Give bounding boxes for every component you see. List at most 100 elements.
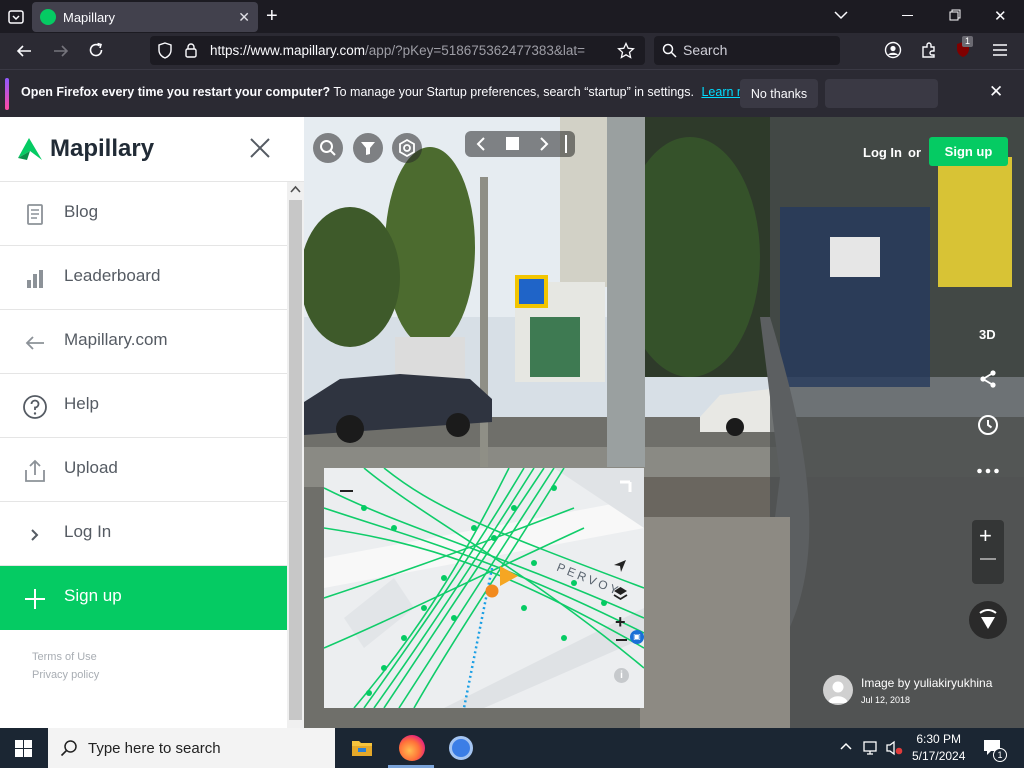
minimap[interactable]: PERVOY + ▣ i [324, 468, 644, 708]
taskbar-search-box[interactable]: Type here to search [48, 728, 335, 768]
login-link[interactable]: Log In [863, 145, 902, 160]
close-window-icon[interactable]: ✕ [994, 7, 1007, 25]
scroll-up-icon[interactable] [290, 185, 301, 193]
bookmark-star-icon[interactable] [617, 42, 635, 60]
browser-taskbar-icon[interactable] [449, 736, 473, 760]
chevron-right-icon [22, 522, 48, 548]
mapillary-logo[interactable]: Mapillary [16, 135, 154, 163]
tab-list-icon[interactable] [7, 8, 25, 26]
active-tab[interactable]: Mapillary ✕ [32, 2, 258, 32]
tab-overflow-chevron-icon[interactable] [833, 7, 849, 23]
viewer-zoom-in-icon[interactable]: + [979, 525, 992, 547]
notification-question: Open Firefox every time you restart your… [21, 85, 331, 99]
sidebar-item-mapillary-com[interactable]: Mapillary.com [0, 310, 287, 374]
sidebar-item-help[interactable]: Help [0, 374, 287, 438]
sidebar-item-label: Upload [64, 458, 118, 477]
upload-icon [22, 458, 48, 484]
tray-chevron-up-icon[interactable] [840, 742, 852, 750]
share-icon[interactable] [978, 369, 998, 389]
user-avatar[interactable] [823, 675, 853, 705]
scrollbar-thumb[interactable] [289, 200, 302, 720]
sidebar-item-login[interactable]: Log In [0, 502, 287, 566]
lock-icon[interactable] [184, 42, 198, 59]
search-map-button[interactable] [313, 133, 343, 163]
sidebar-item-upload[interactable]: Upload [0, 438, 287, 502]
new-tab-icon[interactable]: + [266, 5, 278, 28]
close-sidebar-icon[interactable] [249, 137, 271, 159]
viewer-zoom-out-icon[interactable] [980, 558, 996, 560]
next-image-icon[interactable] [538, 136, 550, 152]
firefox-taskbar-icon[interactable] [399, 735, 425, 761]
clock-time: 6:30 PM [916, 732, 962, 746]
sidebar-item-label: Sign up [64, 586, 122, 605]
leaderboard-icon [22, 266, 48, 292]
windows-start-icon[interactable] [15, 740, 32, 757]
info-icon[interactable]: i [614, 668, 629, 683]
camera-controls-button[interactable] [392, 133, 422, 163]
sidebar-item-label: Log In [64, 522, 112, 541]
restore-window-icon[interactable] [949, 9, 961, 21]
network-icon[interactable] [863, 740, 879, 756]
extensions-puzzle-icon[interactable] [920, 41, 938, 59]
avatar-person-icon [828, 681, 848, 703]
file-explorer-icon[interactable] [351, 738, 373, 758]
tab-close-icon[interactable]: ✕ [238, 9, 250, 26]
sidebar-footer: Terms of Use Privacy policy [32, 648, 99, 684]
privacy-link[interactable]: Privacy policy [32, 666, 99, 684]
zoom-controls: + [972, 520, 1004, 584]
account-icon[interactable] [884, 41, 902, 59]
tracking-shield-icon[interactable] [157, 42, 173, 59]
terms-link[interactable]: Terms of Use [32, 648, 99, 666]
system-clock[interactable]: 6:30 PM 5/17/2024 [912, 731, 965, 765]
volume-muted-icon[interactable] [885, 740, 903, 756]
sidebar-item-label: Blog [64, 202, 99, 221]
sidebar-scrollbar[interactable] [287, 182, 304, 728]
back-icon[interactable] [15, 42, 33, 60]
url-text[interactable]: https://www.mapillary.com/app/?pKey=5186… [210, 43, 608, 58]
filter-button[interactable] [353, 133, 383, 163]
sidebar-item-label: Help [64, 394, 99, 413]
compass-button[interactable] [969, 601, 1007, 639]
no-thanks-button[interactable]: No thanks [740, 79, 818, 108]
3d-mode-button[interactable]: 3D [979, 327, 996, 342]
more-options-icon[interactable] [976, 467, 1000, 475]
minimize-window-icon[interactable] [902, 15, 913, 16]
notification-action-button[interactable] [825, 79, 938, 108]
previous-image-icon[interactable] [475, 136, 487, 152]
sidebar-item-blog[interactable]: Blog [0, 182, 287, 246]
sidebar-item-label: Leaderboard [64, 266, 161, 285]
address-bar[interactable]: https://www.mapillary.com/app/?pKey=5186… [150, 36, 645, 65]
notification-close-icon[interactable]: ✕ [989, 82, 1003, 102]
blog-icon [22, 202, 48, 228]
viewer-signup-button[interactable]: Sign up [929, 137, 1008, 166]
minimap-collapse-icon[interactable] [340, 490, 353, 492]
sidebar-item-signup[interactable]: Sign up [0, 566, 287, 630]
windows-taskbar: Type here to search 6:30 PM 5/17/2024 1 [0, 728, 1024, 768]
minimap-zoom-in-icon[interactable]: + [615, 613, 626, 631]
stop-play-icon[interactable] [506, 137, 519, 150]
forward-icon[interactable] [52, 42, 70, 60]
image-author[interactable]: Image by yuliakiryukhina [861, 676, 992, 690]
notification-message: Open Firefox every time you restart your… [21, 85, 765, 99]
reload-icon[interactable] [87, 41, 105, 59]
locate-arrow-icon[interactable] [613, 559, 627, 573]
mapillary-favicon-icon [40, 9, 56, 25]
plus-icon [22, 586, 48, 612]
notification-count-badge: 1 [993, 748, 1007, 762]
taskbar-search-placeholder: Type here to search [88, 740, 221, 757]
search-icon [320, 140, 336, 156]
startup-notification-bar: Open Firefox every time you restart your… [0, 69, 1024, 117]
sidebar-item-leaderboard[interactable]: Leaderboard [0, 246, 287, 310]
search-field[interactable]: Search [654, 36, 840, 65]
history-clock-icon[interactable] [977, 414, 999, 436]
search-placeholder: Search [683, 42, 728, 58]
mapillary-logo-icon [18, 138, 42, 160]
minimap-zoom-out-icon[interactable] [616, 639, 627, 641]
clock-date: 5/17/2024 [912, 749, 966, 763]
sequence-controls [465, 131, 575, 157]
map-layers-icon[interactable] [613, 586, 628, 601]
extension-badge: 1 [962, 36, 974, 47]
navigation-toolbar: https://www.mapillary.com/app/?pKey=5186… [0, 33, 1024, 69]
filter-funnel-icon [361, 142, 375, 155]
app-menu-icon[interactable] [992, 43, 1008, 57]
